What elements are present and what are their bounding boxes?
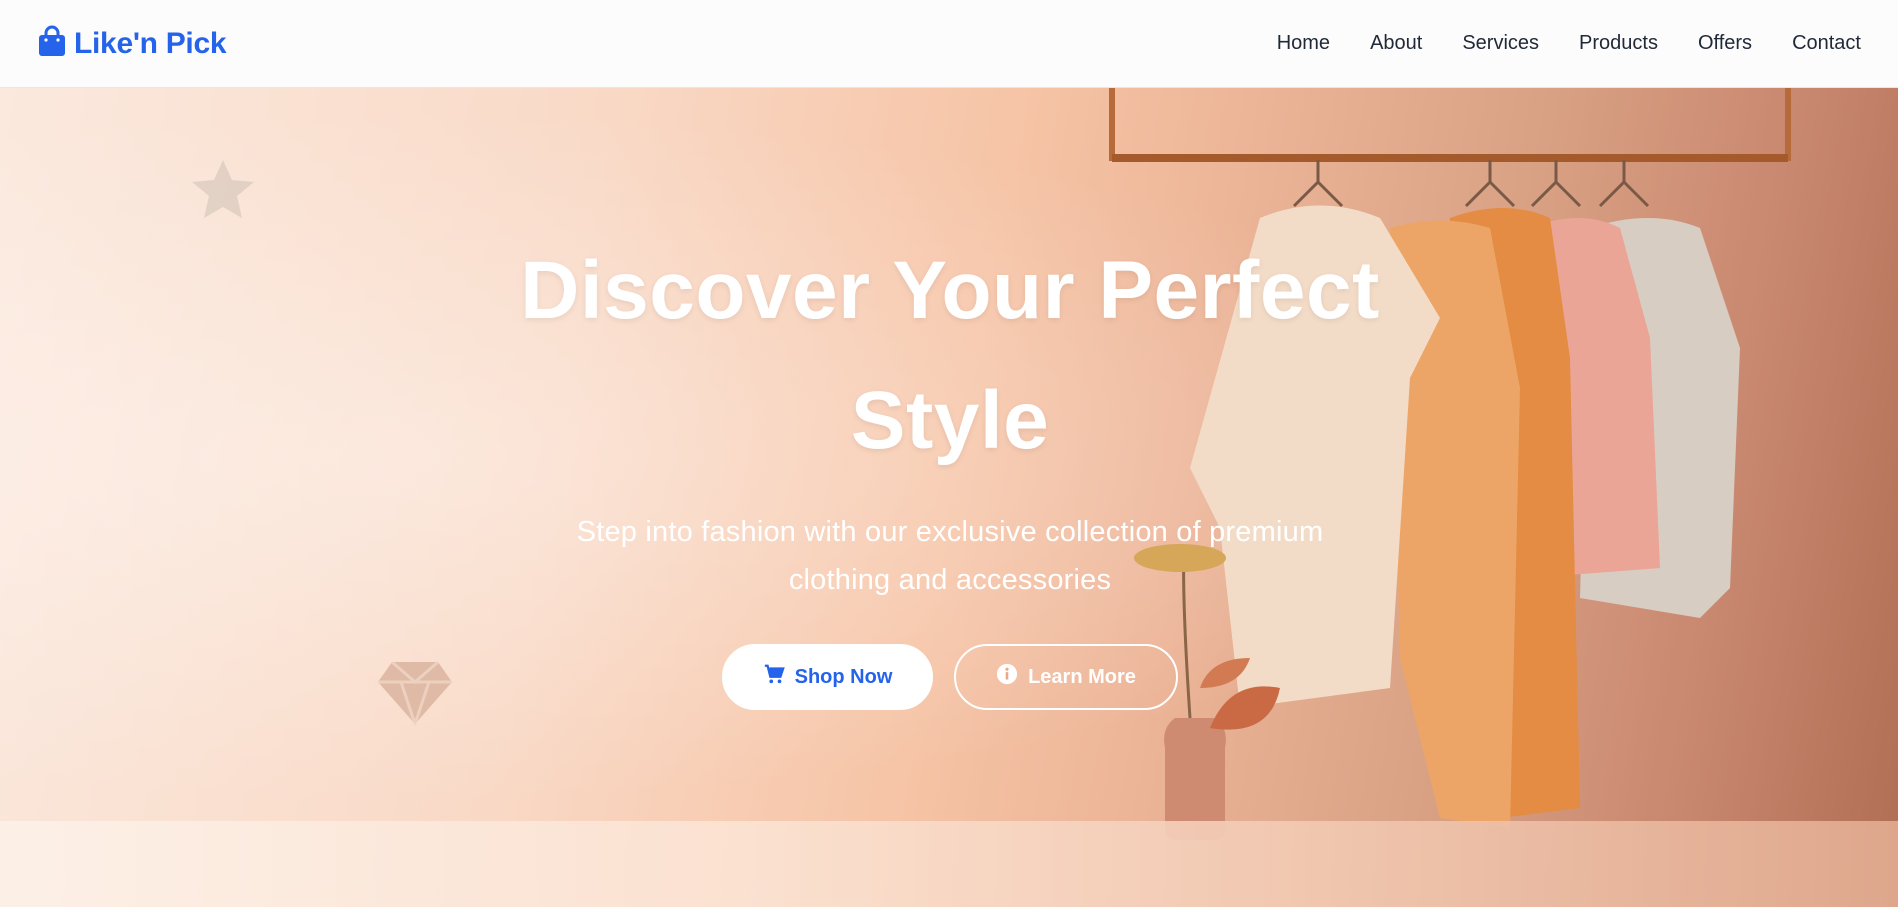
nav-home-link[interactable]: Home — [1277, 32, 1330, 55]
gem-icon — [378, 660, 452, 729]
shopping-bag-icon — [38, 25, 66, 62]
nav-links: Home About Services Products Offers Cont… — [1277, 32, 1861, 55]
cart-icon — [763, 663, 785, 691]
info-icon — [996, 663, 1018, 691]
hero-content: Discover Your Perfect Style Step into fa… — [500, 226, 1400, 710]
nav-products-link[interactable]: Products — [1579, 32, 1658, 55]
hero-subtitle: Step into fashion with our exclusive col… — [576, 516, 1324, 596]
learn-more-label: Learn More — [1028, 665, 1136, 688]
nav-about-link[interactable]: About — [1370, 32, 1422, 55]
nav-offers-link[interactable]: Offers — [1698, 32, 1752, 55]
shop-now-button[interactable]: Shop Now — [722, 644, 933, 710]
nav-services-link[interactable]: Services — [1462, 32, 1539, 55]
brand-name: Like'n Pick — [74, 26, 227, 60]
hero-section: Discover Your Perfect Style Step into fa… — [0, 88, 1898, 907]
hero-title: Discover Your Perfect Style — [520, 245, 1380, 466]
learn-more-button[interactable]: Learn More — [954, 644, 1178, 710]
hero-buttons: Shop Now Learn More — [500, 644, 1400, 710]
navbar: Like'n Pick Home About Services Products… — [0, 0, 1898, 88]
nav-contact-link[interactable]: Contact — [1792, 32, 1861, 55]
brand-logo[interactable]: Like'n Pick — [38, 25, 227, 62]
shop-now-label: Shop Now — [794, 665, 893, 688]
star-icon — [190, 158, 256, 222]
floor-gradient — [0, 821, 1898, 907]
